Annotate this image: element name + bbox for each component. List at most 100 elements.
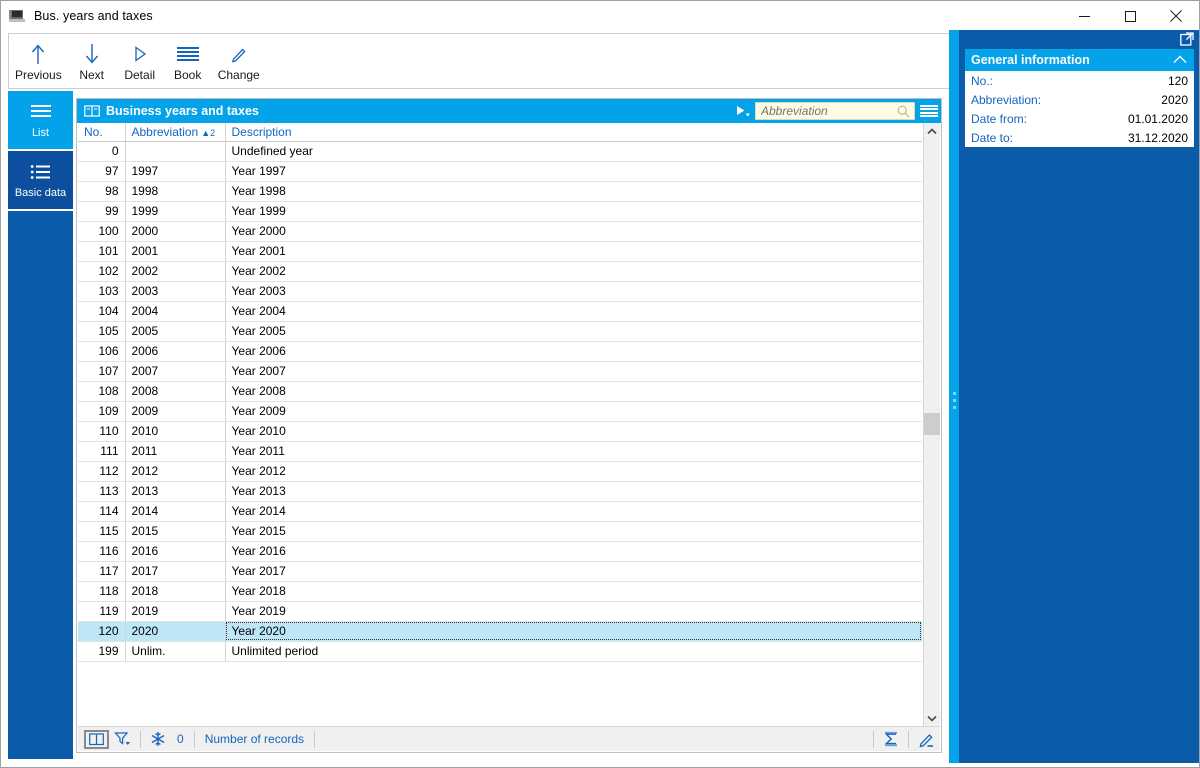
cell-no: 112 [78, 461, 126, 482]
minimize-button[interactable] [1061, 1, 1107, 31]
vertical-scrollbar[interactable] [923, 123, 940, 727]
cell-description: Year 2017 [225, 561, 922, 582]
popout-icon[interactable] [1180, 32, 1194, 49]
close-button[interactable] [1153, 1, 1199, 31]
table-row[interactable]: 97 1997 Year 1997 [78, 161, 922, 182]
next-button[interactable]: Next [68, 34, 116, 88]
table-row[interactable]: 106 2006 Year 2006 [78, 341, 922, 362]
table-row[interactable]: 98 1998 Year 1998 [78, 181, 922, 202]
status-bar: 0 Number of records [78, 726, 940, 751]
table-row[interactable]: 100 2000 Year 2000 [78, 221, 922, 242]
table-row[interactable]: 102 2002 Year 2002 [78, 261, 922, 282]
open-book-icon [84, 104, 100, 118]
cell-no: 118 [78, 581, 126, 602]
cell-description: Year 2008 [225, 381, 922, 402]
cell-no: 107 [78, 361, 126, 382]
list-menu-icon[interactable] [917, 99, 941, 123]
table-row[interactable]: 113 2013 Year 2013 [78, 481, 922, 502]
cell-description: Year 2012 [225, 461, 922, 482]
cell-abbreviation: 2001 [125, 241, 226, 262]
status-divider-1 [140, 730, 141, 748]
cell-abbreviation: 2017 [125, 561, 226, 582]
toolbar-left-group: Previous Next Detail Book Change [9, 34, 266, 88]
cell-no: 97 [78, 161, 126, 182]
pencil-icon-status[interactable] [913, 727, 940, 752]
scroll-down-button[interactable] [924, 710, 940, 727]
bullet-list-icon [30, 162, 52, 182]
maximize-button[interactable] [1107, 1, 1153, 31]
detail-button[interactable]: Detail [116, 34, 164, 88]
table-row[interactable]: 115 2015 Year 2015 [78, 521, 922, 542]
table-row[interactable]: 117 2017 Year 2017 [78, 561, 922, 582]
cell-description: Year 2019 [225, 601, 922, 622]
cell-description: Year 2011 [225, 441, 922, 462]
cell-description: Year 2005 [225, 321, 922, 342]
table-row[interactable]: 101 2001 Year 2001 [78, 241, 922, 262]
filter-funnel-icon[interactable] [109, 727, 136, 752]
column-header-description[interactable]: Description [225, 123, 922, 142]
table-row[interactable]: 199 Unlim. Unlimited period [78, 641, 922, 662]
panel-splitter[interactable] [949, 30, 959, 763]
table-row[interactable]: 103 2003 Year 2003 [78, 281, 922, 302]
cell-abbreviation: 2005 [125, 321, 226, 342]
scrollbar-thumb[interactable] [924, 413, 940, 435]
filter-triangle-icon[interactable] [733, 99, 755, 123]
book-button[interactable]: Book [164, 34, 212, 88]
change-button[interactable]: Change [212, 34, 266, 88]
table-header: No. Abbreviation ▲2 Description [78, 123, 922, 142]
table-row[interactable]: 110 2010 Year 2010 [78, 421, 922, 442]
records-table-container[interactable]: No. Abbreviation ▲2 Description 0 Undefine… [78, 123, 922, 727]
cell-abbreviation: 2006 [125, 341, 226, 362]
table-row[interactable]: 108 2008 Year 2008 [78, 381, 922, 402]
cell-abbreviation [125, 141, 226, 162]
detail-row: Abbreviation: 2020 [965, 90, 1194, 109]
search-input[interactable] [761, 104, 899, 118]
table-row[interactable]: 120 2020 Year 2020 [78, 621, 922, 642]
detail-panel: General information No.: 120 Abbreviation:… [959, 30, 1199, 763]
cell-description: Year 2002 [225, 261, 922, 282]
table-row[interactable]: 0 Undefined year [78, 141, 922, 162]
cell-no: 109 [78, 401, 126, 422]
detail-row: Date from: 01.01.2020 [965, 109, 1194, 128]
previous-button[interactable]: Previous [9, 34, 68, 88]
cell-no: 120 [78, 621, 126, 642]
table-row[interactable]: 107 2007 Year 2007 [78, 361, 922, 382]
cell-abbreviation: 2012 [125, 461, 226, 482]
table-row[interactable]: 109 2009 Year 2009 [78, 401, 922, 422]
table-row[interactable]: 118 2018 Year 2018 [78, 581, 922, 602]
cell-no: 98 [78, 181, 126, 202]
open-book-icon-status[interactable] [84, 729, 109, 749]
search-box[interactable] [755, 102, 915, 120]
sidebar-item-list[interactable]: List [8, 91, 73, 149]
book-lines-icon [176, 41, 199, 67]
cell-no: 0 [78, 141, 126, 162]
table-row[interactable]: 111 2011 Year 2011 [78, 441, 922, 462]
sigma-icon[interactable] [878, 727, 904, 752]
records-count-label[interactable]: Number of records [199, 732, 310, 746]
table-row[interactable]: 114 2014 Year 2014 [78, 501, 922, 522]
column-header-no[interactable]: No. [78, 123, 126, 142]
table-row[interactable]: 99 1999 Year 1999 [78, 201, 922, 222]
cell-description: Year 2015 [225, 521, 922, 542]
table-row[interactable]: 105 2005 Year 2005 [78, 321, 922, 342]
snowflake-icon[interactable] [145, 727, 171, 752]
play-triangle-icon [132, 41, 148, 67]
sort-order-index: 2 [210, 127, 216, 138]
chevron-up-icon[interactable] [1173, 53, 1187, 67]
app-icon [9, 8, 25, 24]
cell-abbreviation: 2019 [125, 601, 226, 622]
scroll-up-button[interactable] [924, 123, 940, 140]
table-row[interactable]: 119 2019 Year 2019 [78, 601, 922, 622]
column-header-abbreviation[interactable]: Abbreviation ▲2 [125, 123, 226, 142]
detail-row-label: Abbreviation: [971, 92, 1042, 107]
table-row[interactable]: 116 2016 Year 2016 [78, 541, 922, 562]
table-header-row: No. Abbreviation ▲2 Description [78, 123, 922, 142]
table-row[interactable]: 112 2012 Year 2012 [78, 461, 922, 482]
sidebar-item-basic-data[interactable]: Basic data [8, 151, 73, 209]
cell-abbreviation: 2002 [125, 261, 226, 282]
table-row[interactable]: 104 2004 Year 2004 [78, 301, 922, 322]
book-label: Book [174, 68, 202, 82]
column-header-no-label: No. [84, 124, 103, 139]
general-information-header[interactable]: General information [965, 49, 1194, 71]
cell-description: Undefined year [225, 141, 922, 162]
